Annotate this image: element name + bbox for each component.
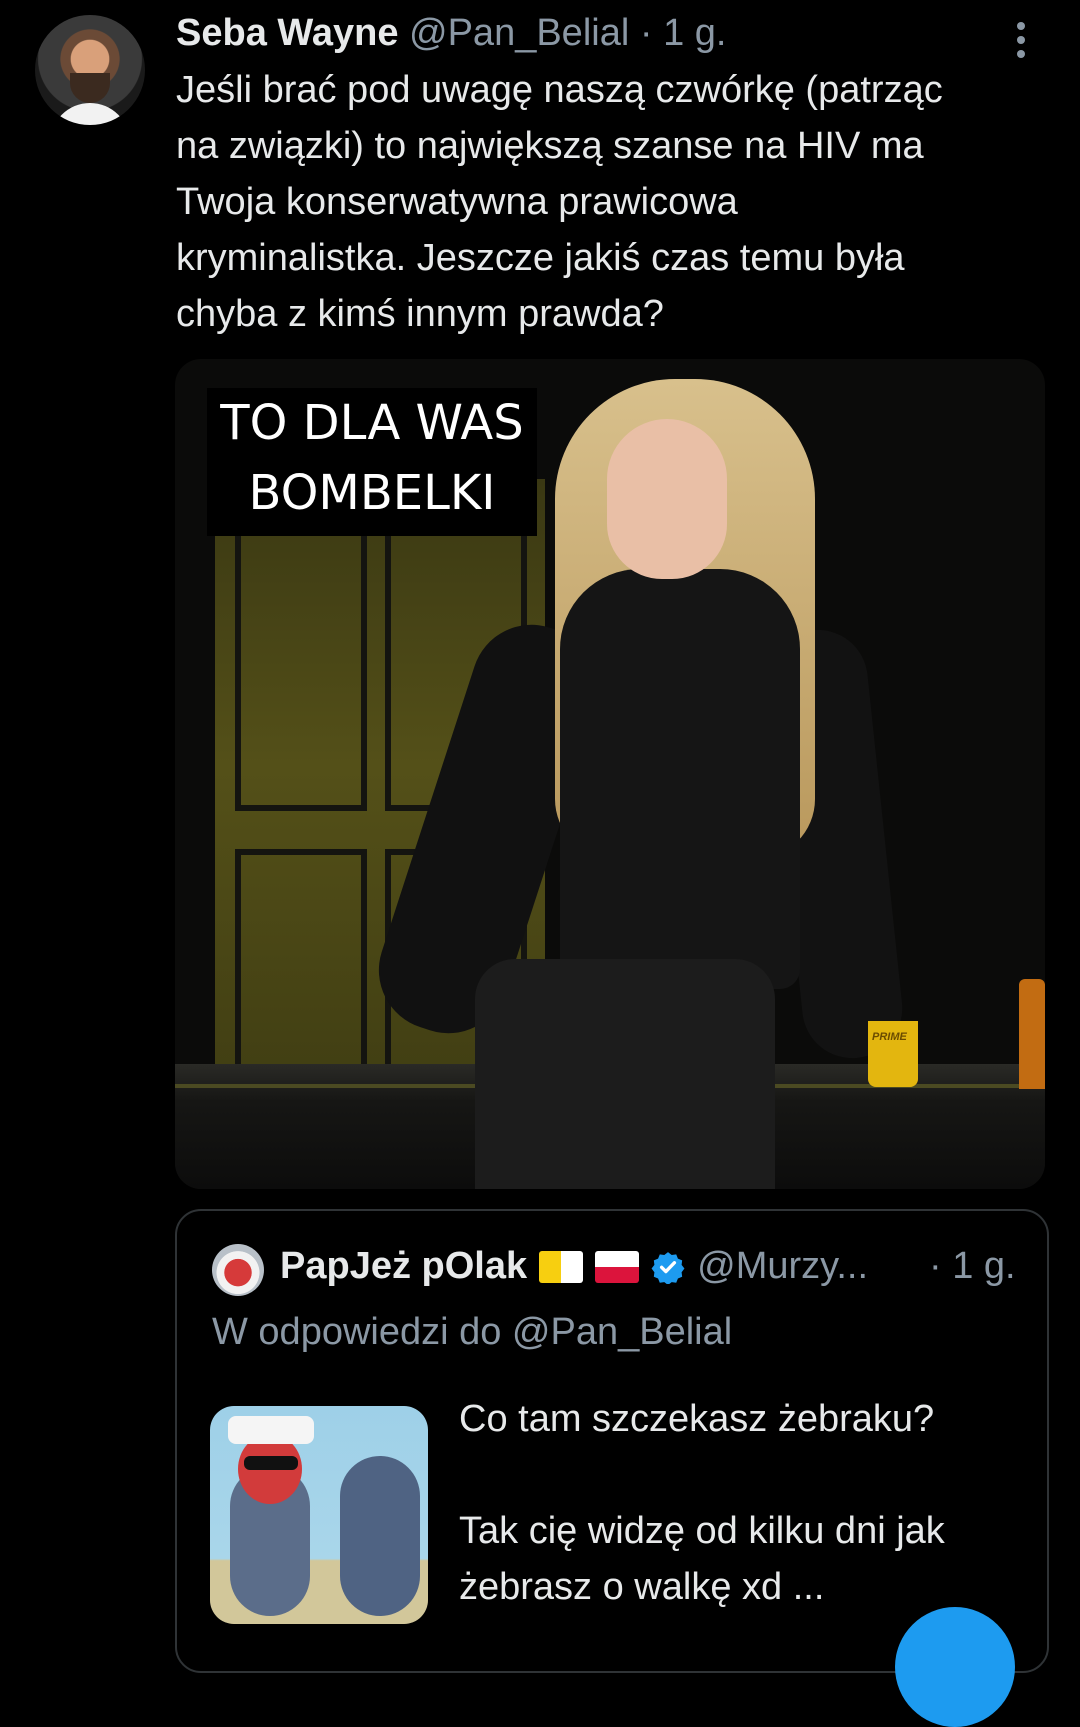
avatar-beard [70, 73, 110, 103]
more-dot [1017, 50, 1025, 58]
person-face [607, 419, 727, 579]
tweet-text: Jeśli brać pod uwagę naszą czwórkę (patr… [176, 69, 943, 335]
more-options-icon[interactable] [1014, 22, 1028, 58]
author-name[interactable]: Seba Wayne [176, 12, 398, 54]
quoted-tweet-timestamp: · 1 g. [929, 1245, 1016, 1287]
tweet-media-image[interactable]: PRIME TO DLA WAS BOMBELKI [175, 359, 1045, 1189]
cartoon-cat-right [340, 1456, 420, 1616]
quoted-author-name: PapJeż pOlak [280, 1245, 528, 1287]
quoted-tweet-text: Co tam szczekasz żebraku? Tak cię widzę … [459, 1398, 945, 1608]
verified-badge-icon [651, 1250, 685, 1284]
bottle [1019, 979, 1045, 1089]
vatican-flag-icon [539, 1250, 584, 1283]
compose-fab-button[interactable] [895, 1607, 1015, 1727]
tweet-header: Seba Wayne @Pan_Belial · 1 g. [176, 12, 726, 55]
quoted-tweet-card[interactable]: PapJeż pOlak @Murzy... · 1 g. W odpowied… [175, 1209, 1049, 1673]
author-handle[interactable]: @Pan_Belial [409, 12, 629, 54]
tweet-timestamp[interactable]: 1 g. [663, 12, 726, 54]
separator-dot: · [639, 12, 653, 54]
person-body [560, 569, 800, 989]
poland-flag-icon [595, 1250, 640, 1283]
avatar-shirt [50, 103, 130, 125]
white-hat [228, 1416, 314, 1444]
quoted-tweet-thumbnail [210, 1406, 428, 1624]
quoted-tweet-header: PapJeż pOlak @Murzy... [280, 1245, 868, 1288]
quoted-author-handle: @Murzy... [697, 1245, 868, 1287]
sunglasses [244, 1456, 298, 1470]
cup-label: PRIME [872, 1031, 907, 1043]
more-dot [1017, 36, 1025, 44]
meme-caption: TO DLA WAS BOMBELKI [207, 388, 537, 536]
author-avatar[interactable] [35, 15, 145, 125]
quoted-author-avatar [212, 1244, 264, 1296]
reply-to-label: W odpowiedzi do @Pan_Belial [212, 1311, 733, 1353]
person-legs [475, 959, 775, 1189]
panel-frame [235, 519, 367, 811]
more-dot [1017, 22, 1025, 30]
